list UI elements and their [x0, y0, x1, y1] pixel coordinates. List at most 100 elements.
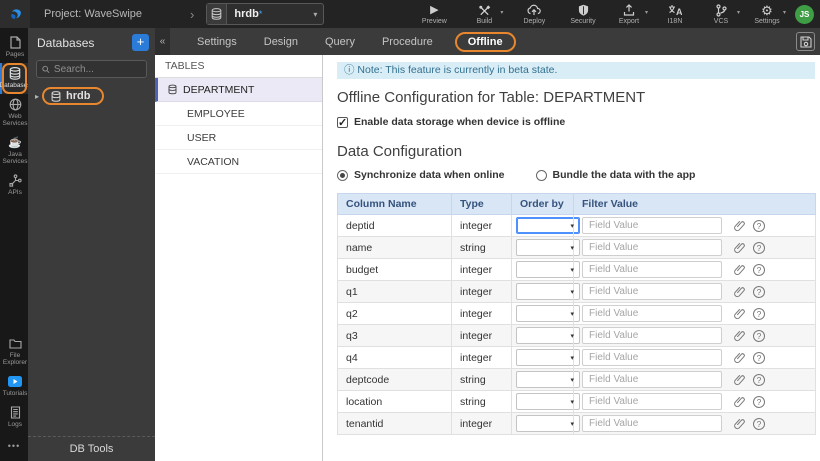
tab-query[interactable]: Query	[325, 36, 355, 48]
help-icon[interactable]: ?	[753, 351, 765, 364]
order-by-select[interactable]: ▾	[516, 239, 580, 256]
enable-offline-storage-checkbox[interactable]	[337, 116, 348, 129]
deploy-button[interactable]: Deploy	[516, 4, 552, 25]
sidebar-item-web-services[interactable]: Web Services	[0, 94, 28, 132]
filter-value-input[interactable]	[582, 393, 722, 410]
vcs-button[interactable]: VCS ▾	[703, 3, 740, 25]
tree-expand-icon[interactable]: ▸	[32, 92, 42, 101]
database-item-hrdb[interactable]: hrdb	[42, 87, 105, 105]
sidebar-item-databases[interactable]: Databases	[0, 63, 31, 94]
tab-procedure[interactable]: Procedure	[382, 36, 433, 48]
database-icon	[9, 67, 21, 80]
filter-value-input[interactable]	[582, 349, 722, 366]
table-icon	[168, 84, 177, 95]
column-config-row: location string ▾ ?	[337, 390, 816, 413]
export-button[interactable]: Export ▾	[611, 4, 648, 25]
db-tools-button[interactable]: DB Tools	[28, 436, 155, 461]
sidebar-item-logs[interactable]: Logs	[0, 402, 28, 433]
filter-value-input[interactable]	[582, 261, 722, 278]
order-by-select[interactable]: ▾	[516, 327, 580, 344]
app-logo[interactable]	[0, 0, 30, 28]
save-button[interactable]	[796, 32, 815, 51]
preview-button[interactable]: ▶ Preview	[416, 4, 452, 25]
help-icon[interactable]: ?	[753, 241, 765, 254]
bind-variable-icon[interactable]	[734, 285, 745, 298]
order-by-select[interactable]: ▾	[516, 349, 580, 366]
bind-variable-icon[interactable]	[734, 351, 745, 364]
bind-variable-icon[interactable]	[734, 329, 745, 342]
order-by-select[interactable]: ▾	[516, 305, 580, 322]
filter-value-input[interactable]	[582, 327, 722, 344]
build-button[interactable]: Build ▾	[466, 4, 503, 25]
filter-value-input[interactable]	[582, 217, 722, 234]
database-selector-dropdown[interactable]: hrdb * ▾	[206, 3, 325, 25]
filter-value-input[interactable]	[582, 283, 722, 300]
tables-panel-title: TABLES	[155, 55, 322, 78]
user-avatar[interactable]: JS	[795, 4, 814, 24]
database-item-label: hrdb	[66, 90, 91, 102]
order-by-select[interactable]: ▾	[516, 217, 580, 234]
filter-value-input[interactable]	[582, 305, 722, 322]
column-name-cell: deptid	[337, 214, 452, 237]
order-by-select[interactable]: ▾	[516, 393, 580, 410]
radio-bundle-with-app[interactable]: Bundle the data with the app	[535, 169, 695, 181]
tab-design[interactable]: Design	[264, 36, 298, 48]
build-tools-icon	[478, 4, 491, 17]
help-icon[interactable]: ?	[753, 329, 765, 342]
bind-variable-icon[interactable]	[734, 395, 745, 408]
bind-variable-icon[interactable]	[734, 219, 745, 232]
radio-synchronize-online[interactable]: Synchronize data when online	[337, 169, 505, 181]
table-item-user[interactable]: USER	[155, 126, 322, 150]
table-item-department[interactable]: DEPARTMENT	[155, 78, 322, 102]
bind-variable-icon[interactable]	[734, 373, 745, 386]
filter-value-input[interactable]	[582, 239, 722, 256]
deploy-cloud-icon	[527, 4, 542, 17]
chevron-down-icon: ▾	[570, 244, 574, 252]
more-options-icon[interactable]: •••	[0, 433, 28, 461]
logs-icon	[10, 406, 21, 419]
bind-variable-icon[interactable]	[734, 241, 745, 254]
help-icon[interactable]: ?	[753, 219, 765, 232]
sidebar-item-file-explorer[interactable]: File Explorer	[0, 333, 28, 371]
database-search-input[interactable]	[53, 63, 141, 75]
offline-config-table: Column Name Type Order by Filter Value d…	[337, 193, 816, 435]
radio-button-selected[interactable]	[337, 169, 348, 181]
column-type-cell: integer	[451, 324, 512, 347]
sidebar-item-tutorials[interactable]: Tutorials	[0, 371, 28, 402]
i18n-button[interactable]: A I18N	[657, 4, 693, 25]
column-config-row: q1 integer ▾ ?	[337, 280, 816, 303]
tab-offline[interactable]: Offline	[454, 31, 516, 52]
help-icon[interactable]: ?	[753, 263, 765, 276]
tab-settings[interactable]: Settings	[197, 36, 237, 48]
order-by-select[interactable]: ▾	[516, 283, 580, 300]
add-database-button[interactable]: +	[132, 34, 149, 51]
security-button[interactable]: Security	[565, 4, 601, 25]
bind-variable-icon[interactable]	[734, 307, 745, 320]
bind-variable-icon[interactable]	[734, 417, 745, 430]
sidebar-item-apis[interactable]: APIs	[0, 170, 28, 201]
chevron-down-icon: ▾	[644, 9, 648, 16]
column-type-cell: string	[451, 236, 512, 259]
help-icon[interactable]: ?	[753, 373, 765, 386]
bind-variable-icon[interactable]	[734, 263, 745, 276]
help-icon[interactable]: ?	[753, 307, 765, 320]
sidebar-item-java-services[interactable]: ☕ Java Services	[0, 132, 28, 170]
column-type-cell: integer	[451, 302, 512, 325]
collapse-panel-icon[interactable]: «	[155, 28, 170, 55]
filter-value-input[interactable]	[582, 415, 722, 432]
radio-button[interactable]	[535, 169, 547, 181]
chevron-down-icon: ▾	[570, 376, 574, 384]
order-by-select[interactable]: ▾	[516, 261, 580, 278]
filter-value-input[interactable]	[582, 371, 722, 388]
settings-button[interactable]: ⚙ Settings ▾	[749, 4, 786, 25]
help-icon[interactable]: ?	[753, 285, 765, 298]
order-by-select[interactable]: ▾	[516, 415, 580, 432]
help-icon[interactable]: ?	[753, 395, 765, 408]
help-icon[interactable]: ?	[753, 417, 765, 430]
table-item-employee[interactable]: EMPLOYEE	[155, 102, 322, 126]
chevron-down-icon: ▾	[570, 288, 574, 296]
order-by-select[interactable]: ▾	[516, 371, 580, 388]
sidebar-item-pages[interactable]: Pages	[0, 32, 28, 63]
column-name-cell: name	[337, 236, 452, 259]
table-item-vacation[interactable]: VACATION	[155, 150, 322, 174]
